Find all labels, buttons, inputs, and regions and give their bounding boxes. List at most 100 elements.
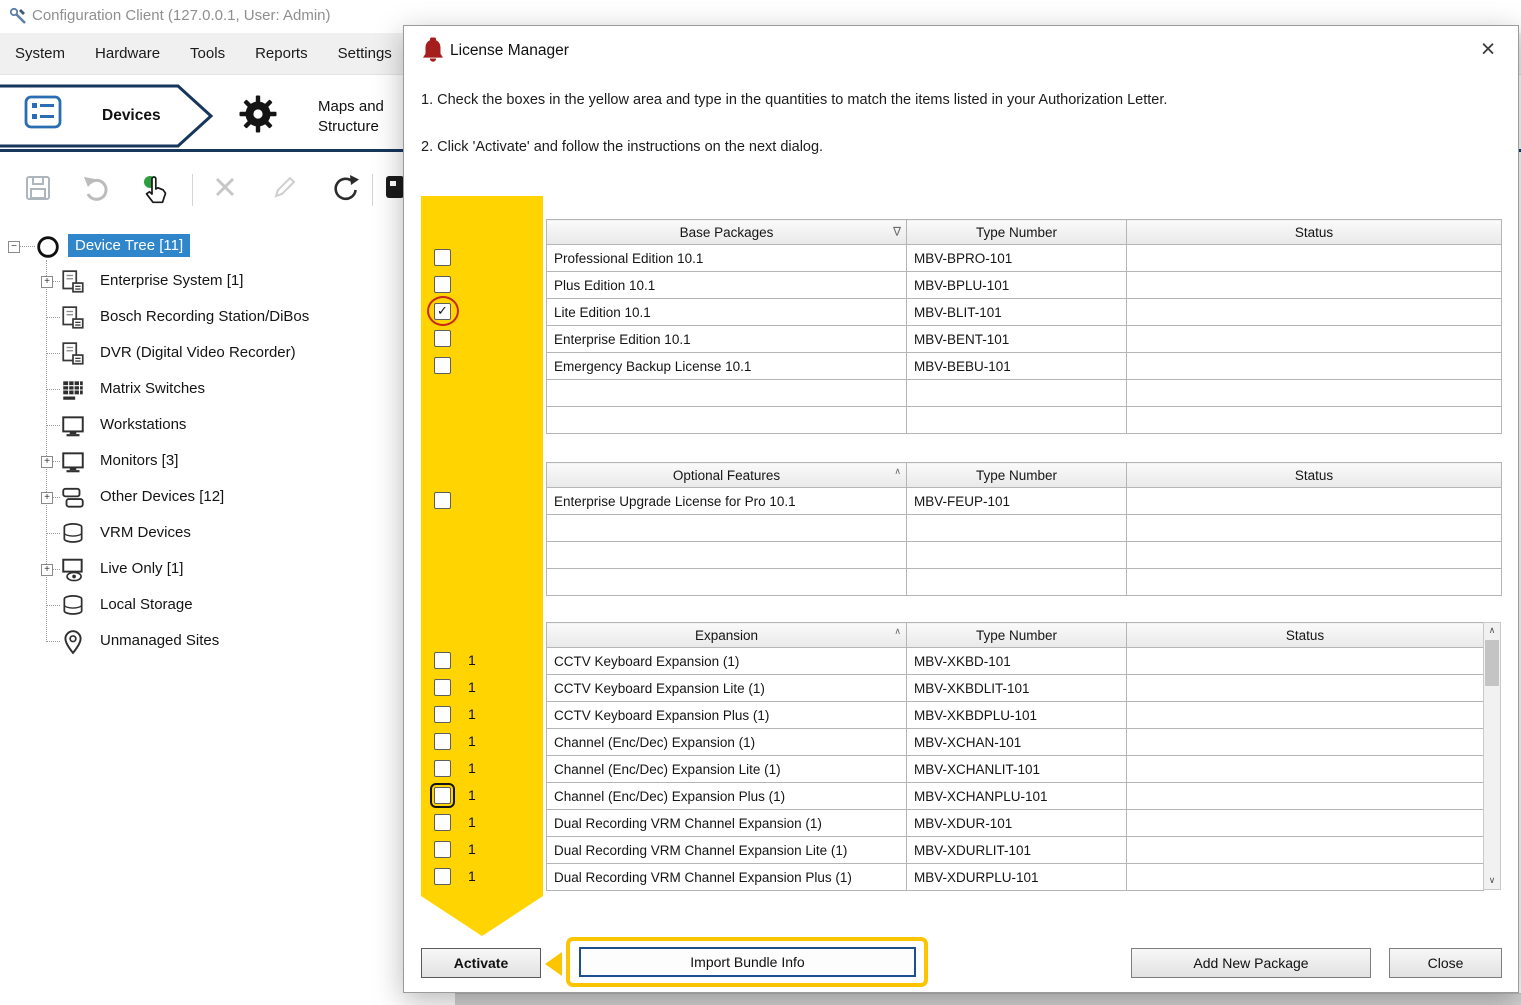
- menu-item-tools[interactable]: Tools: [175, 33, 240, 75]
- expand-toggle-icon[interactable]: +: [41, 564, 53, 576]
- header-row: Expansion∧ Type Number Status: [547, 623, 1484, 648]
- delete-icon[interactable]: [212, 174, 238, 200]
- checkbox-cctv-keyboard[interactable]: [434, 652, 451, 669]
- checkbox-channel-expansion-plus[interactable]: [434, 787, 451, 804]
- scroll-thumb[interactable]: [1485, 640, 1499, 686]
- tree-item-matrix-switches[interactable]: Matrix Switches: [0, 372, 403, 408]
- checkbox-channel-expansion[interactable]: [434, 733, 451, 750]
- checkbox-dual-recording[interactable]: [434, 814, 451, 831]
- tree-root-row[interactable]: − Device Tree [11]: [0, 230, 403, 264]
- header-label: Base Packages: [680, 225, 774, 240]
- save-icon[interactable]: [24, 174, 52, 202]
- reload-icon[interactable]: [330, 174, 360, 204]
- type-number-header[interactable]: Type Number: [907, 463, 1127, 488]
- table-row[interactable]: Dual Recording VRM Channel Expansion Plu…: [547, 864, 1484, 891]
- table-row[interactable]: Lite Edition 10.1MBV-BLIT-101: [547, 299, 1502, 326]
- quantity-dual-recording-lite[interactable]: 1: [468, 841, 490, 858]
- tree-item-live-only[interactable]: + Live Only [1]: [0, 552, 403, 588]
- checkbox-dual-recording-plus[interactable]: [434, 868, 451, 885]
- app-icon: [8, 6, 28, 26]
- status-header[interactable]: Status: [1127, 623, 1484, 648]
- hand-pointer-icon[interactable]: [142, 174, 170, 206]
- maps-label-line2: Structure: [318, 118, 379, 135]
- status-cell: [1127, 326, 1502, 353]
- table-row[interactable]: Channel (Enc/Dec) Expansion (1)MBV-XCHAN…: [547, 729, 1484, 756]
- sort-icon[interactable]: ∧: [894, 466, 901, 477]
- tree-item-other-devices[interactable]: + Other Devices [12]: [0, 480, 403, 516]
- tree-item-unmanaged-sites[interactable]: Unmanaged Sites: [0, 624, 403, 660]
- table-row[interactable]: Plus Edition 10.1MBV-BPLU-101: [547, 272, 1502, 299]
- close-button[interactable]: Close: [1389, 948, 1502, 978]
- tree-item-label: Local Storage: [100, 596, 193, 613]
- menu-item-reports[interactable]: Reports: [240, 33, 323, 75]
- checkbox-professional-edition[interactable]: [434, 249, 451, 266]
- checkbox-enterprise-edition[interactable]: [434, 330, 451, 347]
- menu-item-system[interactable]: System: [0, 33, 80, 75]
- filter-icon[interactable]: ∇: [893, 224, 901, 238]
- table-row[interactable]: Channel (Enc/Dec) Expansion Plus (1)MBV-…: [547, 783, 1484, 810]
- table-row[interactable]: Professional Edition 10.1MBV-BPRO-101: [547, 245, 1502, 272]
- expand-toggle-icon[interactable]: +: [41, 492, 53, 504]
- close-icon[interactable]: ×: [1472, 34, 1504, 64]
- tree-item-enterprise-system[interactable]: + Enterprise System [1]: [0, 264, 403, 300]
- checkbox-cctv-keyboard-lite[interactable]: [434, 679, 451, 696]
- add-new-package-button[interactable]: Add New Package: [1131, 948, 1371, 978]
- sort-icon[interactable]: ∧: [894, 626, 901, 637]
- table-row[interactable]: Emergency Backup License 10.1MBV-BEBU-10…: [547, 353, 1502, 380]
- activate-button[interactable]: Activate: [421, 948, 541, 978]
- table-row[interactable]: Dual Recording VRM Channel Expansion Lit…: [547, 837, 1484, 864]
- tab-maps-structure[interactable]: Maps andStructure: [318, 97, 398, 137]
- vertical-scrollbar[interactable]: ∧ ∨: [1483, 622, 1501, 890]
- tab-devices[interactable]: Devices: [102, 107, 161, 125]
- scroll-down-icon[interactable]: ∨: [1484, 873, 1500, 889]
- scroll-up-icon[interactable]: ∧: [1484, 623, 1500, 639]
- table-row[interactable]: Channel (Enc/Dec) Expansion Lite (1)MBV-…: [547, 756, 1484, 783]
- base-packages-header[interactable]: Base Packages ∇: [547, 220, 907, 245]
- tree-item-label: Workstations: [100, 416, 186, 433]
- checkbox-emergency-backup[interactable]: [434, 357, 451, 374]
- type-number-header[interactable]: Type Number: [907, 623, 1127, 648]
- collapse-toggle-icon[interactable]: −: [8, 241, 20, 253]
- table-row[interactable]: Enterprise Upgrade License for Pro 10.1M…: [547, 488, 1502, 515]
- expansion-header[interactable]: Expansion∧: [547, 623, 907, 648]
- import-bundle-info-button[interactable]: Import Bundle Info: [579, 947, 916, 977]
- tree-item-bosch-recording-station[interactable]: Bosch Recording Station/DiBos: [0, 300, 403, 336]
- edit-pencil-icon[interactable]: [272, 174, 298, 200]
- status-header[interactable]: Status: [1127, 220, 1502, 245]
- checkbox-plus-edition[interactable]: [434, 276, 451, 293]
- expand-toggle-icon[interactable]: +: [41, 456, 53, 468]
- quantity-cctv-keyboard-lite[interactable]: 1: [468, 679, 490, 696]
- tree-item-label: DVR (Digital Video Recorder): [100, 344, 296, 361]
- table-row[interactable]: Dual Recording VRM Channel Expansion (1)…: [547, 810, 1484, 837]
- table-row[interactable]: CCTV Keyboard Expansion (1)MBV-XKBD-101: [547, 648, 1484, 675]
- status-header[interactable]: Status: [1127, 463, 1502, 488]
- menu-item-hardware[interactable]: Hardware: [80, 33, 175, 75]
- tree-item-dvr[interactable]: DVR (Digital Video Recorder): [0, 336, 403, 372]
- table-row[interactable]: CCTV Keyboard Expansion Plus (1)MBV-XKBD…: [547, 702, 1484, 729]
- checkbox-enterprise-upgrade[interactable]: [434, 492, 451, 509]
- tree-item-vrm-devices[interactable]: VRM Devices: [0, 516, 403, 552]
- quantity-cctv-keyboard-plus[interactable]: 1: [468, 706, 490, 723]
- tree-root-label[interactable]: Device Tree [11]: [68, 234, 190, 257]
- menu-item-settings[interactable]: Settings: [323, 33, 407, 75]
- tree-item-workstations[interactable]: Workstations: [0, 408, 403, 444]
- checkbox-cctv-keyboard-plus[interactable]: [434, 706, 451, 723]
- header-label: Optional Features: [673, 468, 780, 483]
- table-row[interactable]: Enterprise Edition 10.1MBV-BENT-101: [547, 326, 1502, 353]
- checkbox-dual-recording-lite[interactable]: [434, 841, 451, 858]
- quantity-channel-expansion-plus[interactable]: 1: [468, 787, 490, 804]
- quantity-channel-expansion[interactable]: 1: [468, 733, 490, 750]
- table-row[interactable]: CCTV Keyboard Expansion Lite (1)MBV-XKBD…: [547, 675, 1484, 702]
- tree-item-local-storage[interactable]: Local Storage: [0, 588, 403, 624]
- quantity-dual-recording[interactable]: 1: [468, 814, 490, 831]
- undo-icon[interactable]: [82, 174, 112, 202]
- expand-toggle-icon[interactable]: +: [41, 276, 53, 288]
- type-number-header[interactable]: Type Number: [907, 220, 1127, 245]
- quantity-channel-expansion-lite[interactable]: 1: [468, 760, 490, 777]
- tree-item-monitors[interactable]: + Monitors [3]: [0, 444, 403, 480]
- quantity-dual-recording-plus[interactable]: 1: [468, 868, 490, 885]
- instruction-step-2: 2. Click 'Activate' and follow the instr…: [421, 139, 823, 155]
- optional-features-header[interactable]: Optional Features ∧: [547, 463, 907, 488]
- checkbox-channel-expansion-lite[interactable]: [434, 760, 451, 777]
- quantity-cctv-keyboard[interactable]: 1: [468, 652, 490, 669]
